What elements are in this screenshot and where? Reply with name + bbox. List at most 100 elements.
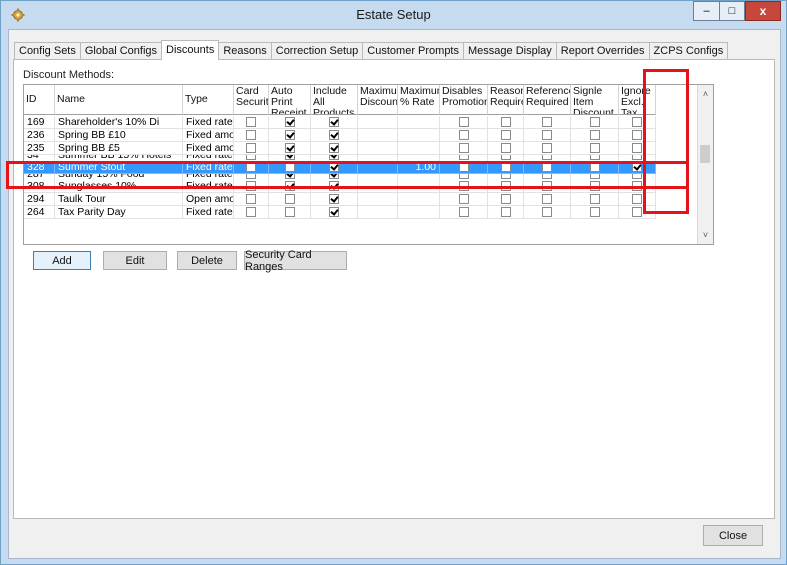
discount-methods-grid[interactable]: IDNameTypeCard SecurityAuto Print Receip…	[23, 84, 714, 245]
checkbox-auto-print-receipt[interactable]	[284, 194, 295, 204]
checkbox-include-all-products[interactable]	[329, 162, 339, 172]
checkbox-disables-promotions[interactable]	[458, 162, 469, 172]
column-header-auto-print-receipt[interactable]: Auto Print Receipt	[269, 85, 311, 115]
checkbox-ignore-excl-tax[interactable]	[632, 174, 642, 179]
checkbox-single-item-discount[interactable]	[589, 143, 600, 153]
tab-customer-prompts[interactable]: Customer Prompts	[362, 42, 464, 60]
checkbox-disables-promotions[interactable]	[458, 194, 469, 204]
checkbox-disables-promotions[interactable]	[458, 181, 469, 191]
tab-correction-setup[interactable]: Correction Setup	[270, 42, 364, 60]
checkbox-disables-promotions[interactable]	[458, 155, 469, 160]
checkbox-ignore-excl-tax[interactable]	[632, 162, 642, 172]
checkbox-reason-required[interactable]	[500, 181, 511, 191]
checkbox-disables-promotions[interactable]	[458, 174, 469, 179]
column-header-include-all-products[interactable]: Include All Products	[311, 85, 358, 115]
checkbox-disables-promotions[interactable]	[458, 130, 469, 140]
checkbox-include-all-products[interactable]	[329, 207, 339, 217]
checkbox-single-item-discount[interactable]	[589, 207, 600, 217]
checkbox-include-all-products[interactable]	[329, 130, 339, 140]
checkbox-reason-required[interactable]	[500, 174, 511, 179]
column-header-reason-required[interactable]: Reason Required	[488, 85, 524, 115]
scroll-down-arrow-icon[interactable]: ˅	[698, 228, 713, 242]
checkbox-ignore-excl-tax[interactable]	[632, 207, 642, 217]
checkbox-auto-print-receipt[interactable]	[284, 155, 295, 160]
checkbox-reference-required[interactable]	[542, 143, 552, 153]
table-row[interactable]: 169 Shareholder's 10% Di Fixed rate	[24, 116, 697, 129]
checkbox-reason-required[interactable]	[500, 117, 511, 127]
checkbox-card-security[interactable]	[246, 181, 256, 191]
checkbox-reason-required[interactable]	[500, 143, 511, 153]
checkbox-reason-required[interactable]	[500, 155, 511, 160]
tab-message-display[interactable]: Message Display	[463, 42, 557, 60]
close-button[interactable]: Close	[703, 525, 763, 546]
table-row[interactable]: 264 Tax Parity Day Fixed rate	[24, 206, 697, 219]
tab-report-overrides[interactable]: Report Overrides	[555, 42, 650, 60]
table-row[interactable]: 294Taulk TourOpen amount	[24, 193, 697, 206]
checkbox-auto-print-receipt[interactable]	[284, 162, 295, 172]
column-header-id[interactable]: ID	[24, 85, 55, 115]
checkbox-reason-required[interactable]	[500, 130, 511, 140]
title-bar[interactable]: Estate Setup – □ x	[1, 1, 786, 29]
checkbox-ignore-excl-tax[interactable]	[632, 143, 642, 153]
checkbox-auto-print-receipt[interactable]	[284, 181, 295, 191]
column-header-disables-promotions[interactable]: Disables Promotions	[440, 85, 488, 115]
column-header-type[interactable]: Type	[183, 85, 234, 115]
checkbox-card-security[interactable]	[246, 174, 256, 179]
checkbox-single-item-discount[interactable]	[589, 117, 600, 127]
checkbox-card-security[interactable]	[246, 130, 256, 140]
checkbox-single-item-discount[interactable]	[589, 155, 600, 160]
checkbox-include-all-products[interactable]	[329, 194, 339, 204]
table-row[interactable]: 308 Sunglasses 10% Fixed rate	[24, 180, 697, 193]
checkbox-auto-print-receipt[interactable]	[284, 174, 295, 179]
checkbox-single-item-discount[interactable]	[589, 162, 600, 172]
table-row[interactable]: 236Spring BB £10Fixed amount	[24, 129, 697, 142]
column-header-reference-required[interactable]: Reference Required	[524, 85, 571, 115]
tab-zcps-configs[interactable]: ZCPS Configs	[648, 42, 729, 60]
checkbox-auto-print-receipt[interactable]	[284, 117, 295, 127]
checkbox-reason-required[interactable]	[500, 207, 511, 217]
scroll-thumb[interactable]	[700, 145, 710, 163]
checkbox-ignore-excl-tax[interactable]	[632, 155, 642, 160]
column-header-name[interactable]: Name	[55, 85, 183, 115]
checkbox-card-security[interactable]	[246, 194, 256, 204]
checkbox-include-all-products[interactable]	[329, 181, 339, 191]
add-button[interactable]: Add	[33, 251, 91, 270]
checkbox-ignore-excl-tax[interactable]	[632, 130, 642, 140]
checkbox-card-security[interactable]	[246, 207, 256, 217]
checkbox-card-security[interactable]	[246, 162, 256, 172]
checkbox-disables-promotions[interactable]	[458, 207, 469, 217]
checkbox-reference-required[interactable]	[542, 174, 552, 179]
checkbox-ignore-excl-tax[interactable]	[632, 117, 642, 127]
checkbox-card-security[interactable]	[246, 117, 256, 127]
checkbox-disables-promotions[interactable]	[458, 117, 469, 127]
column-header-maximum-rate[interactable]: Maximum % Rate	[398, 85, 440, 115]
checkbox-reason-required[interactable]	[500, 162, 511, 172]
column-header-single-item-discount[interactable]: Signle Item Discount	[571, 85, 619, 115]
checkbox-single-item-discount[interactable]	[589, 194, 600, 204]
grid-vertical-scrollbar[interactable]: ˄ ˅	[697, 85, 713, 244]
checkbox-reference-required[interactable]	[542, 181, 552, 191]
close-window-button[interactable]: x	[745, 1, 781, 21]
checkbox-reference-required[interactable]	[542, 207, 552, 217]
table-row[interactable]: 328 Summer Stout Fixed rate 1.00	[24, 161, 697, 174]
checkbox-include-all-products[interactable]	[329, 143, 339, 153]
checkbox-auto-print-receipt[interactable]	[284, 207, 295, 217]
delete-button[interactable]: Delete	[177, 251, 237, 270]
checkbox-include-all-products[interactable]	[329, 174, 339, 179]
checkbox-include-all-products[interactable]	[329, 155, 339, 160]
security-card-ranges-button[interactable]: Security Card Ranges	[244, 249, 347, 273]
maximize-button[interactable]: □	[719, 1, 745, 21]
scroll-up-arrow-icon[interactable]: ˄	[698, 87, 713, 101]
tab-config-sets[interactable]: Config Sets	[14, 42, 81, 60]
checkbox-ignore-excl-tax[interactable]	[632, 181, 642, 191]
checkbox-include-all-products[interactable]	[329, 117, 339, 127]
column-header-maximum-discount[interactable]: Maximum Discount	[358, 85, 398, 115]
checkbox-card-security[interactable]	[246, 143, 256, 153]
checkbox-single-item-discount[interactable]	[589, 130, 600, 140]
tab-global-configs[interactable]: Global Configs	[79, 42, 163, 60]
column-header-ignore-excl-tax[interactable]: Ignore Excl. Tax	[619, 85, 656, 115]
checkbox-auto-print-receipt[interactable]	[284, 143, 295, 153]
checkbox-reference-required[interactable]	[542, 130, 552, 140]
checkbox-auto-print-receipt[interactable]	[284, 130, 295, 140]
tab-reasons[interactable]: Reasons	[218, 42, 272, 60]
